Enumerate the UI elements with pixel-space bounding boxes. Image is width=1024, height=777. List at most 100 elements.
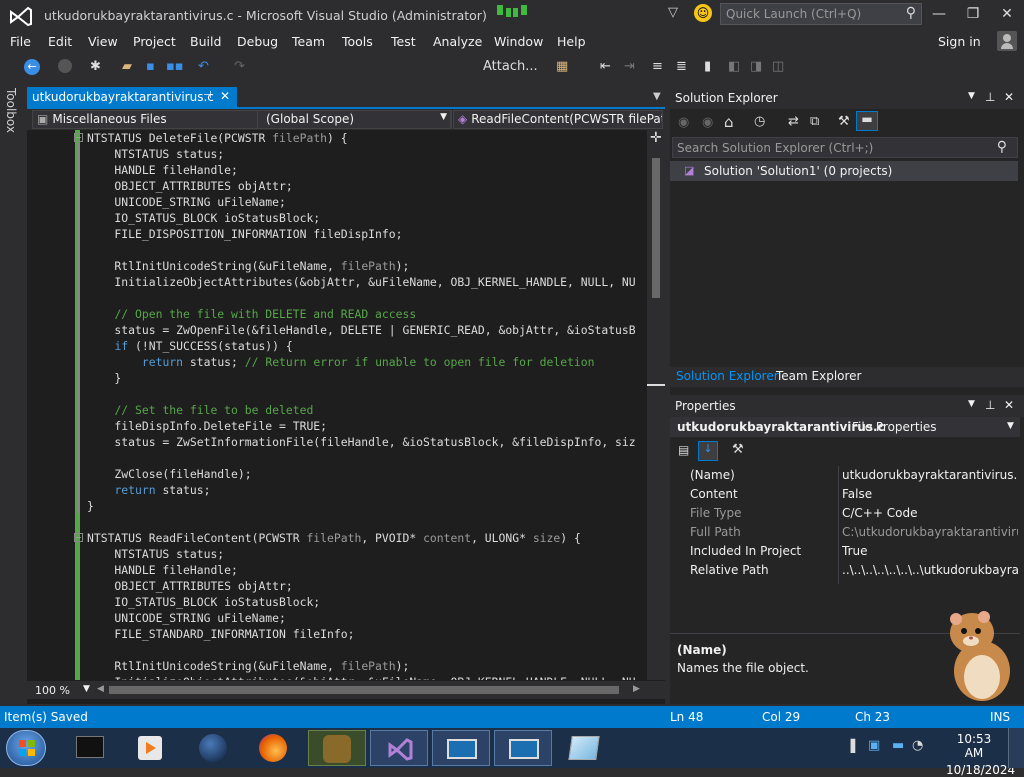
feedback-smiley-icon[interactable]: ☺ — [694, 4, 712, 22]
pin-icon[interactable]: ⊥ — [985, 398, 995, 412]
navigate-forward-icon[interactable] — [58, 59, 72, 73]
member-dropdown[interactable]: ◈ ReadFileContent(PCWSTR filePat — [453, 110, 663, 129]
pin-tab-icon[interactable]: ⊣ — [203, 90, 212, 101]
property-row[interactable]: File Type C/C++ Code — [670, 504, 1020, 523]
property-value[interactable]: C/C++ Code — [842, 506, 1018, 520]
close-panel-icon[interactable]: ✕ — [1004, 398, 1014, 412]
menu-team[interactable]: Team — [292, 34, 325, 49]
scroll-right-icon[interactable]: ▶ — [633, 684, 640, 694]
scroll-left-icon[interactable]: ◀ — [97, 684, 104, 694]
property-value[interactable]: utkudorukbayraktarantivirus.c — [842, 468, 1018, 482]
code-area[interactable]: − − NTSTATUS DeleteFile(PCWSTR filePath)… — [27, 130, 647, 680]
sync-icon[interactable]: ⇄ — [788, 114, 799, 129]
toolbox-label[interactable]: Toolbox — [4, 88, 18, 133]
toolbox-strip[interactable]: Toolbox — [0, 84, 26, 704]
start-button-icon[interactable] — [6, 730, 46, 766]
next-bookmark-icon[interactable]: ◨ — [750, 59, 762, 74]
property-row[interactable]: Full Path C:\utkudorukbayraktarantivirus… — [670, 523, 1020, 542]
home-icon[interactable]: ⌂ — [724, 113, 734, 131]
sign-in-link[interactable]: Sign in — [938, 34, 981, 49]
tab-solution-explorer[interactable]: Solution Explorer — [676, 369, 779, 383]
clock[interactable]: 10:53 AM 10/18/2024 — [946, 732, 1015, 777]
restore-button[interactable]: ❐ — [958, 3, 988, 25]
forward-icon[interactable]: ◉ — [702, 115, 713, 130]
system-tray[interactable]: ▐ ▣ ▬ ◔ — [842, 736, 923, 760]
find-in-files-icon[interactable]: ▦ — [556, 59, 568, 74]
property-row[interactable]: Content False — [670, 485, 1020, 504]
menu-tools[interactable]: Tools — [342, 34, 373, 49]
horizontal-scrollbar-thumb[interactable] — [109, 686, 619, 694]
object-selector-dropdown[interactable]: utkudorukbayraktarantivirus.c File Prope… — [670, 417, 1020, 437]
menu-project[interactable]: Project — [133, 34, 176, 49]
menu-build[interactable]: Build — [190, 34, 221, 49]
collapse-all-icon[interactable]: ⧉ — [810, 114, 819, 129]
bookmark-icon[interactable]: ▮ — [704, 59, 711, 74]
scrollbar-thumb[interactable] — [652, 158, 660, 298]
property-pages-icon[interactable]: ⚒ — [732, 442, 744, 457]
taskbar-app-paint-icon[interactable] — [556, 730, 614, 766]
menu-window[interactable]: Window — [494, 34, 543, 49]
menu-file[interactable]: File — [10, 34, 31, 49]
split-window-icon[interactable]: ✛ — [650, 130, 662, 146]
taskbar-app-media-icon[interactable] — [122, 730, 180, 766]
taskbar-app-window-icon[interactable] — [494, 730, 552, 766]
solution-node-row[interactable]: ◪ Solution 'Solution1' (0 projects) — [670, 161, 1018, 181]
zoom-dropdown-icon[interactable]: ▼ — [83, 684, 90, 694]
taskbar-app-window-icon[interactable] — [432, 730, 490, 766]
property-row[interactable]: Included In Project True — [670, 542, 1020, 561]
comment-out-icon[interactable]: ≡ — [652, 59, 663, 74]
close-panel-icon[interactable]: ✕ — [1004, 90, 1014, 104]
menu-help[interactable]: Help — [557, 34, 586, 49]
filter-icon[interactable]: ▽ — [668, 5, 678, 20]
alphabetical-icon[interactable]: ↓ — [698, 441, 718, 461]
taskbar-app-firefox-icon[interactable] — [244, 730, 302, 766]
minimize-button[interactable]: — — [924, 3, 954, 25]
menu-edit[interactable]: Edit — [48, 34, 72, 49]
collapse-icon[interactable]: − — [74, 533, 83, 542]
save-all-icon[interactable]: ▪▪ — [166, 59, 184, 74]
navigate-back-icon[interactable]: ← — [24, 59, 40, 75]
prev-bookmark-icon[interactable]: ◧ — [728, 59, 740, 74]
uncomment-icon[interactable]: ≣ — [676, 59, 687, 74]
display-tray-icon[interactable]: ▬ — [892, 738, 904, 753]
property-row[interactable]: Relative Path ..\..\..\..\..\..\..\utkud… — [670, 561, 1020, 580]
window-position-icon[interactable]: ▼ — [968, 399, 975, 409]
network-tray-icon[interactable]: ▣ — [868, 738, 880, 753]
scope-dropdown[interactable]: (Global Scope) ▼ — [257, 110, 451, 129]
menu-view[interactable]: View — [88, 34, 118, 49]
collapse-icon[interactable]: − — [74, 133, 83, 142]
menu-analyze[interactable]: Analyze — [433, 34, 482, 49]
back-icon[interactable]: ◉ — [678, 115, 689, 130]
pending-changes-icon[interactable]: ◷ — [754, 114, 765, 129]
account-avatar-icon[interactable] — [997, 31, 1017, 51]
show-desktop-button[interactable] — [1008, 728, 1024, 768]
preview-selected-icon[interactable]: ▬ — [856, 111, 878, 131]
undo-icon[interactable]: ↶ — [198, 59, 209, 74]
property-row[interactable]: (Name) utkudorukbayraktarantivirus.c — [670, 466, 1020, 485]
clear-bookmarks-icon[interactable]: ◫ — [772, 59, 784, 74]
categorized-icon[interactable]: ▤ — [678, 443, 689, 457]
menu-debug[interactable]: Debug — [237, 34, 278, 49]
property-value[interactable]: True — [842, 544, 1018, 558]
outdent-icon[interactable]: ⇥ — [624, 59, 635, 74]
save-icon[interactable]: ▪ — [146, 59, 155, 74]
editor-vertical-scrollbar[interactable]: ✛ — [647, 130, 665, 680]
tab-team-explorer[interactable]: Team Explorer — [776, 369, 862, 383]
redo-icon[interactable]: ↷ — [234, 59, 245, 74]
properties-wrench-icon[interactable]: ⚒ — [838, 114, 850, 129]
taskbar-app-visual-studio-icon[interactable] — [370, 730, 428, 766]
attach-button[interactable]: Attach... — [483, 59, 538, 74]
solution-search-input[interactable]: Search Solution Explorer (Ctrl+;) ⚲ — [672, 137, 1018, 158]
property-value[interactable]: ..\..\..\..\..\..\..\utkudorukbayral — [842, 563, 1018, 577]
volume-tray-icon[interactable]: ◔ — [912, 738, 923, 753]
window-position-icon[interactable]: ▼ — [968, 91, 975, 101]
notification-flag-icon[interactable] — [497, 5, 527, 17]
flag-tray-icon[interactable]: ▐ — [846, 739, 855, 753]
document-tab[interactable]: utkudorukbayraktarantivirus.c ⊣ ✕ — [27, 87, 237, 108]
zoom-level[interactable]: 100 % — [35, 684, 70, 697]
property-value[interactable]: False — [842, 487, 1018, 501]
close-tab-icon[interactable]: ✕ — [220, 89, 230, 103]
quick-launch-input[interactable]: Quick Launch (Ctrl+Q) ⚲ — [720, 3, 922, 25]
indent-icon[interactable]: ⇤ — [600, 59, 611, 74]
pin-icon[interactable]: ⊥ — [985, 90, 995, 104]
